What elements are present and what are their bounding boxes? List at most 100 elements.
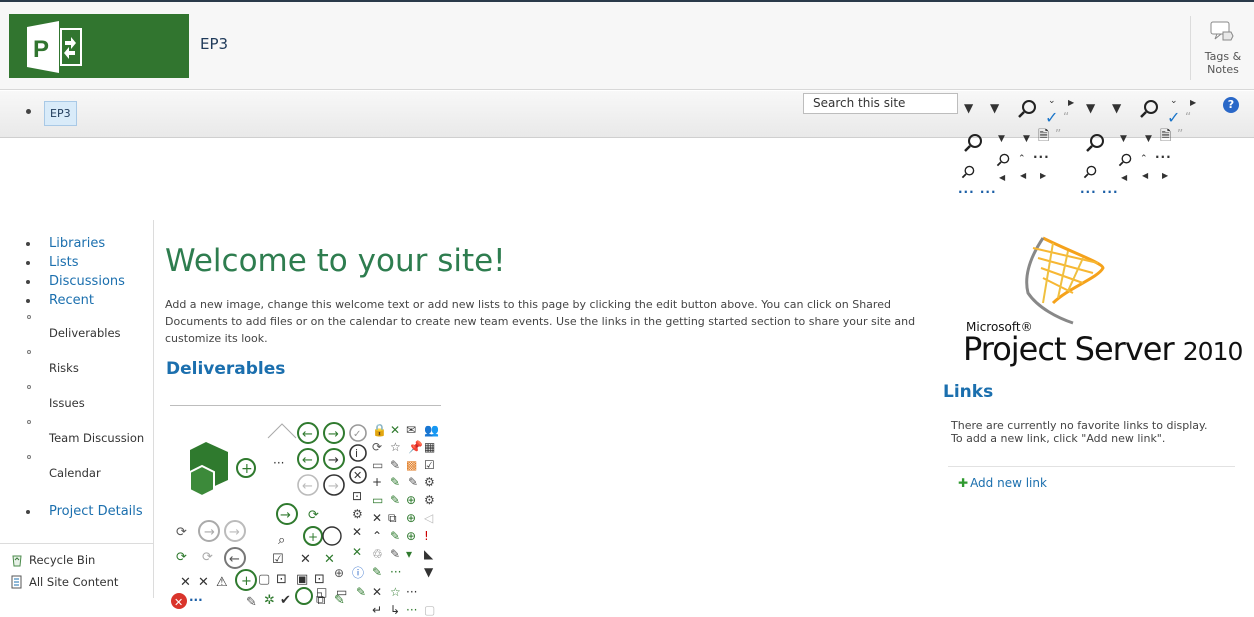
svg-text:+: + <box>308 530 318 544</box>
chevron-right-icon[interactable]: ▶ <box>1040 170 1046 182</box>
nav-project-details[interactable]: Project Details <box>49 504 143 519</box>
all-site-content-link[interactable]: All Site Content <box>11 575 118 589</box>
svg-text:✕: ✕ <box>353 469 362 482</box>
svg-text:⊕: ⊕ <box>406 511 416 525</box>
nav-risks[interactable]: Risks <box>49 361 79 375</box>
nav-team-discussion[interactable]: Team Discussion <box>49 431 144 445</box>
svg-text:⊡: ⊡ <box>352 489 362 503</box>
svg-text:→: → <box>328 453 339 468</box>
bullet <box>26 261 30 265</box>
svg-text:👥: 👥 <box>424 423 439 437</box>
nav-lists[interactable]: Lists <box>49 255 79 270</box>
brand-year: 2010 <box>1182 337 1244 366</box>
search-input[interactable]: Search this site <box>803 93 958 114</box>
svg-text:✎: ✎ <box>390 458 400 472</box>
bullet <box>26 510 30 514</box>
chevron-down-icon[interactable]: ▼ <box>964 102 973 114</box>
search-icon[interactable] <box>1085 133 1105 153</box>
svg-text:ⓘ: ⓘ <box>352 566 364 580</box>
chevron-up-icon[interactable]: ⌃ <box>1140 153 1148 165</box>
add-new-link-button[interactable]: ✚ Add new link <box>958 476 1047 490</box>
svg-text:⟳: ⟳ <box>176 550 187 565</box>
nav-issues[interactable]: Issues <box>49 396 85 410</box>
search-icon[interactable] <box>1017 99 1037 119</box>
chevron-down-icon[interactable]: ▼ <box>1112 102 1121 114</box>
ellipsis-icon[interactable]: ··· ··· <box>958 186 997 198</box>
chevron-down-icon[interactable]: ⌄ <box>1048 95 1056 107</box>
chevron-down-icon[interactable]: ▼ <box>1120 133 1127 145</box>
chevron-right-icon[interactable]: ▶ <box>1068 97 1074 109</box>
divider <box>0 543 154 544</box>
chevron-down-icon[interactable]: ▼ <box>990 102 999 114</box>
chevron-down-icon[interactable]: ▼ <box>1023 133 1030 145</box>
project-logo[interactable]: P <box>9 14 189 78</box>
quote-icon: ” <box>1055 127 1062 141</box>
help-icon[interactable]: ? <box>1223 97 1239 113</box>
svg-text:✕: ✕ <box>300 552 311 567</box>
chevron-up-icon[interactable]: ⌃ <box>1018 153 1026 165</box>
ellipsis-icon[interactable]: ··· <box>1155 151 1172 163</box>
svg-text:···: ··· <box>390 565 401 579</box>
svg-text:⧉: ⧉ <box>388 511 397 525</box>
svg-text:↳: ↳ <box>390 603 400 617</box>
svg-text:▢: ▢ <box>424 603 435 617</box>
chevron-left-icon[interactable]: ◀ <box>1121 172 1127 184</box>
svg-text:···: ··· <box>406 603 417 617</box>
svg-text:✕: ✕ <box>352 525 362 539</box>
search-icon[interactable] <box>963 133 983 153</box>
nav-calendar[interactable]: Calendar <box>49 466 101 480</box>
chevron-down-icon[interactable]: ▼ <box>1086 102 1095 114</box>
svg-text:▭: ▭ <box>372 458 383 472</box>
divider <box>948 466 1235 467</box>
svg-text:⊕: ⊕ <box>406 529 416 543</box>
all-site-content-icon <box>11 575 22 589</box>
chevron-left-icon[interactable]: ◀ <box>1142 170 1148 182</box>
svg-text:→: → <box>328 479 339 494</box>
nav-item-ep3[interactable]: EP3 <box>44 101 77 126</box>
nav-recent[interactable]: Recent <box>49 293 94 308</box>
chevron-down-icon[interactable]: ⌄ <box>1170 95 1178 107</box>
sub-bullet <box>27 315 31 319</box>
chevron-right-icon[interactable]: ▶ <box>1190 97 1196 109</box>
svg-text:🔒: 🔒 <box>372 423 387 437</box>
svg-text:✎: ✎ <box>334 593 345 608</box>
bullet <box>26 299 30 303</box>
svg-text:▦: ▦ <box>424 440 435 454</box>
checkmark-icon: ✓ <box>1045 108 1059 127</box>
chevron-left-icon[interactable]: ◀ <box>999 172 1005 184</box>
deliverables-title[interactable]: Deliverables <box>166 359 285 379</box>
ellipsis-icon[interactable]: ··· ··· <box>1080 186 1119 198</box>
search-icon[interactable] <box>961 165 975 179</box>
tags-notes-button[interactable]: Tags & Notes <box>1190 16 1254 80</box>
svg-text:⌕: ⌕ <box>278 533 285 548</box>
chevron-down-icon[interactable]: ▼ <box>1145 133 1152 145</box>
ellipsis-icon[interactable]: ··· <box>1033 151 1050 163</box>
svg-text:→: → <box>280 508 291 523</box>
svg-text:→: → <box>204 525 215 540</box>
tags-notes-icon <box>1210 21 1234 41</box>
search-icon[interactable] <box>1118 153 1132 167</box>
recycle-bin-link[interactable]: Recycle Bin <box>12 553 95 567</box>
divider <box>170 405 441 406</box>
nav-deliverables[interactable]: Deliverables <box>49 326 121 340</box>
links-empty-line-2: To add a new link, click "Add new link". <box>951 432 1166 445</box>
svg-text:···: ··· <box>406 585 417 599</box>
site-title[interactable]: EP3 <box>200 35 228 53</box>
sub-bullet <box>27 350 31 354</box>
chevron-right-icon[interactable]: ▶ <box>1162 170 1168 182</box>
nav-libraries[interactable]: Libraries <box>49 236 105 251</box>
search-icon[interactable] <box>1139 99 1159 119</box>
chevron-down-icon[interactable]: ▼ <box>998 133 1005 145</box>
search-icon[interactable] <box>1083 165 1097 179</box>
svg-text:+: + <box>241 461 253 477</box>
tags-notes-label-2: Notes <box>1207 63 1239 76</box>
svg-text:✕: ✕ <box>180 575 191 590</box>
bullet <box>26 280 30 284</box>
svg-text:←: ← <box>302 479 313 494</box>
brand-product: Project Server <box>963 330 1175 368</box>
nav-discussions[interactable]: Discussions <box>49 274 125 289</box>
chevron-left-icon[interactable]: ◀ <box>1020 170 1026 182</box>
search-icon[interactable] <box>996 153 1010 167</box>
svg-text:✕: ✕ <box>198 575 209 590</box>
links-title[interactable]: Links <box>943 382 993 402</box>
